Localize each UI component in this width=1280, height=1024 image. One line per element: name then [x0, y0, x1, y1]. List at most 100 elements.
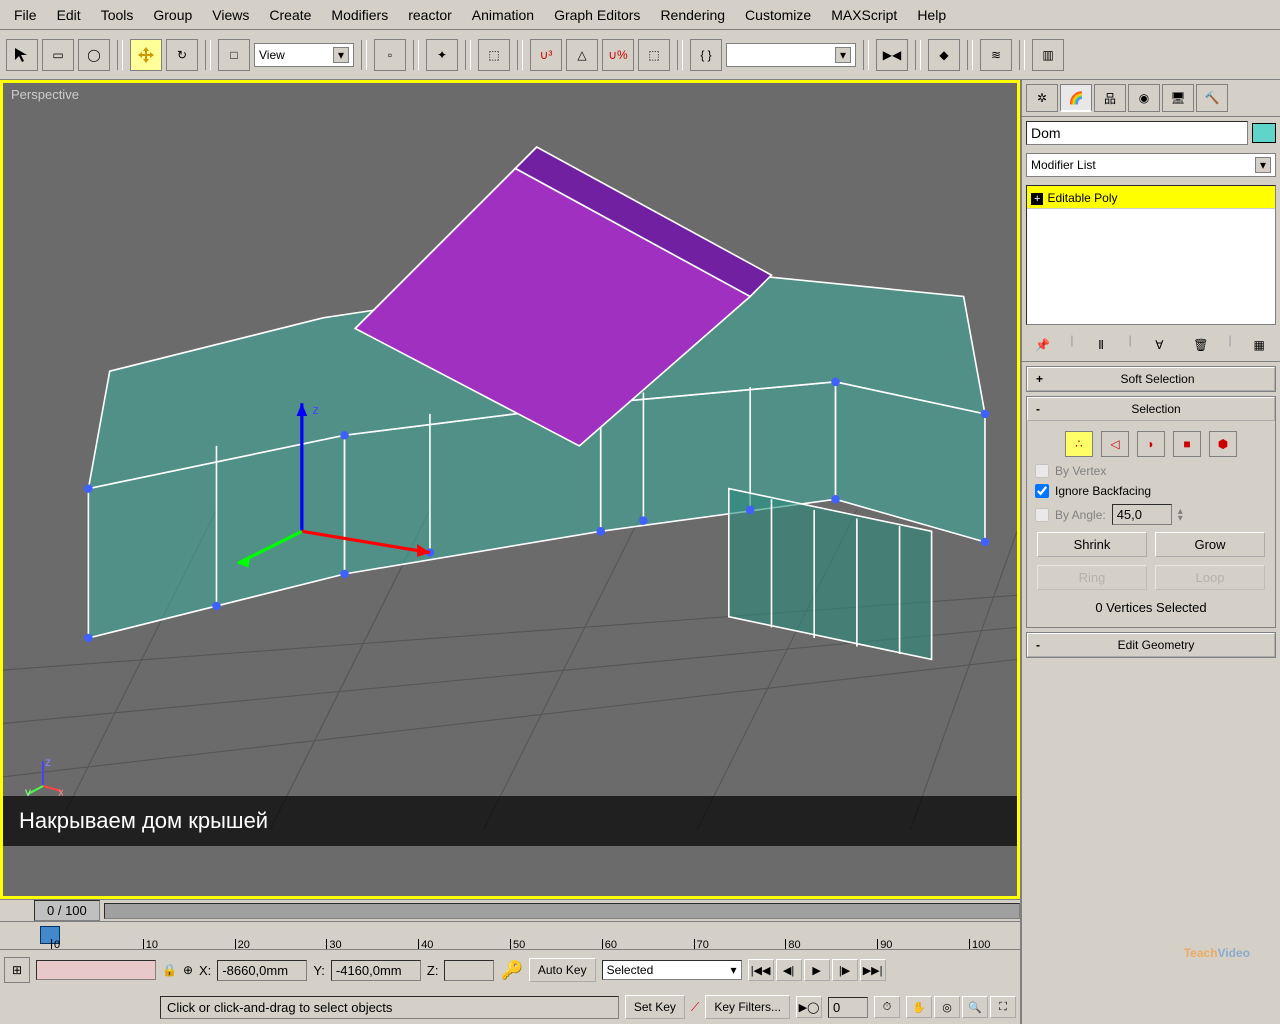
remove-modifier-button[interactable]: 🗑: [1187, 333, 1215, 357]
auto-key-button[interactable]: Auto Key: [529, 958, 596, 982]
shrink-button[interactable]: Shrink: [1037, 532, 1147, 557]
current-frame-input[interactable]: [828, 997, 868, 1018]
modifier-editable-poly[interactable]: +Editable Poly: [1027, 186, 1275, 209]
time-slider[interactable]: [104, 903, 1020, 919]
use-center-button[interactable]: ▫: [374, 39, 406, 71]
angle-snap-button[interactable]: △: [566, 39, 598, 71]
menu-create[interactable]: Create: [261, 3, 319, 27]
mirror-button[interactable]: ▶◀: [876, 39, 908, 71]
selection-rollout[interactable]: - Selection: [1027, 397, 1275, 421]
maximize-viewport-button[interactable]: ⛶: [990, 996, 1016, 1018]
pan-view-button[interactable]: ✋: [906, 996, 932, 1018]
snap-toggle-button[interactable]: ∪³: [530, 39, 562, 71]
lock-icon[interactable]: 🔒: [162, 963, 177, 977]
play-button[interactable]: ▶: [804, 959, 830, 981]
select-and-rotate-button[interactable]: ↻: [166, 39, 198, 71]
select-and-scale-button[interactable]: □: [218, 39, 250, 71]
y-coord-input[interactable]: [331, 960, 421, 981]
select-region-rect-button[interactable]: ▭: [42, 39, 74, 71]
named-selection-dropdown[interactable]: ▾: [726, 43, 856, 67]
zoom-button[interactable]: 🔍: [962, 996, 988, 1018]
house-3d-scene: z: [3, 83, 1017, 830]
key-mode-button[interactable]: ▶◯: [796, 996, 822, 1018]
object-name-input[interactable]: [1026, 121, 1248, 145]
time-config-button[interactable]: ⏱: [874, 996, 900, 1018]
goto-end-button[interactable]: ▶▶|: [860, 959, 886, 981]
loop-button: Loop: [1155, 565, 1265, 590]
menu-customize[interactable]: Customize: [737, 3, 819, 27]
goto-start-button[interactable]: |◀◀: [748, 959, 774, 981]
command-panel: ✲ 🌈 品 ◉ 🖥 🔨 Modifier List▾ +Editable Pol…: [1020, 80, 1280, 1024]
angle-input[interactable]: [1112, 504, 1172, 525]
create-tab[interactable]: ✲: [1026, 84, 1058, 112]
spinner-snap-button[interactable]: ⬚: [638, 39, 670, 71]
main-toolbar: ▭ ◯ ↻ □ View▾ ▫ ✦ ⬚ ∪³ △ ∪% ⬚ { } ▾ ▶◀ ◆…: [0, 30, 1280, 80]
perspective-viewport[interactable]: Perspective: [0, 80, 1020, 899]
transform-type-button[interactable]: ⊕: [183, 963, 193, 977]
menu-views[interactable]: Views: [204, 3, 257, 27]
align-button[interactable]: ◆: [928, 39, 960, 71]
show-end-result-button[interactable]: Ⅱ: [1087, 333, 1115, 357]
timeline-ruler[interactable]: 0 10 20 30 40 50 60 70 80 90 100: [0, 922, 1020, 950]
z-coord-input[interactable]: [444, 960, 494, 981]
y-label: Y:: [313, 963, 325, 978]
border-subobj-button[interactable]: ◗: [1137, 431, 1165, 457]
soft-selection-rollout[interactable]: + Soft Selection: [1027, 367, 1275, 391]
modifier-list-dropdown[interactable]: Modifier List▾: [1026, 153, 1276, 177]
x-coord-input[interactable]: [217, 960, 307, 981]
utilities-tab[interactable]: 🔨: [1196, 84, 1228, 112]
menu-help[interactable]: Help: [909, 3, 954, 27]
edit-geometry-rollout[interactable]: - Edit Geometry: [1027, 633, 1275, 657]
percent-snap-button[interactable]: ∪%: [602, 39, 634, 71]
polygon-subobj-button[interactable]: ■: [1173, 431, 1201, 457]
key-filters-dropdown[interactable]: Selected▾: [602, 960, 742, 980]
key-tangent-icon[interactable]: ⟋: [691, 1000, 699, 1015]
menu-reactor[interactable]: reactor: [400, 3, 460, 27]
key-filters-button[interactable]: Key Filters...: [705, 995, 790, 1019]
element-subobj-button[interactable]: ⬢: [1209, 431, 1237, 457]
select-and-move-button[interactable]: [130, 39, 162, 71]
ignore-backfacing-checkbox[interactable]: [1035, 484, 1049, 498]
curve-editor-button[interactable]: ▥: [1032, 39, 1064, 71]
reference-coord-dropdown[interactable]: View▾: [254, 43, 354, 67]
timeline-config-button[interactable]: ⊞: [4, 957, 30, 983]
menu-file[interactable]: File: [6, 3, 45, 27]
menu-maxscript[interactable]: MAXScript: [823, 3, 905, 27]
select-manipulate-button[interactable]: ✦: [426, 39, 458, 71]
prev-frame-button[interactable]: ◀|: [776, 959, 802, 981]
select-region-circle-button[interactable]: ◯: [78, 39, 110, 71]
menu-group[interactable]: Group: [145, 3, 200, 27]
axis-indicator-icon: z x y: [23, 756, 63, 796]
configure-sets-button[interactable]: ▦: [1245, 333, 1273, 357]
motion-tab[interactable]: ◉: [1128, 84, 1160, 112]
modifier-stack[interactable]: +Editable Poly: [1026, 185, 1276, 325]
arc-rotate-button[interactable]: ◎: [934, 996, 960, 1018]
select-object-button[interactable]: [6, 39, 38, 71]
menu-bar: File Edit Tools Group Views Create Modif…: [0, 0, 1280, 30]
hierarchy-tab[interactable]: 品: [1094, 84, 1126, 112]
menu-tools[interactable]: Tools: [93, 3, 142, 27]
named-selection-button[interactable]: { }: [690, 39, 722, 71]
vertex-subobj-button[interactable]: ∴: [1065, 431, 1093, 457]
grow-button[interactable]: Grow: [1155, 532, 1265, 557]
display-tab[interactable]: 🖥: [1162, 84, 1194, 112]
set-key-button[interactable]: Set Key: [625, 995, 685, 1019]
next-frame-button[interactable]: |▶: [832, 959, 858, 981]
menu-rendering[interactable]: Rendering: [652, 3, 733, 27]
ring-button: Ring: [1037, 565, 1147, 590]
pin-stack-button[interactable]: 📌: [1029, 333, 1057, 357]
layers-button[interactable]: ≋: [980, 39, 1012, 71]
make-unique-button[interactable]: ∀: [1145, 333, 1173, 357]
angle-spinner[interactable]: ▴▾: [1178, 508, 1183, 522]
edge-subobj-button[interactable]: ◁: [1101, 431, 1129, 457]
menu-animation[interactable]: Animation: [464, 3, 542, 27]
menu-grapheditors[interactable]: Graph Editors: [546, 3, 648, 27]
svg-text:z: z: [313, 402, 319, 417]
modify-tab[interactable]: 🌈: [1060, 84, 1092, 112]
track-bar[interactable]: [36, 960, 156, 980]
menu-edit[interactable]: Edit: [49, 3, 89, 27]
frame-counter[interactable]: 0 / 100: [34, 900, 100, 921]
keyboard-shortcut-button[interactable]: ⬚: [478, 39, 510, 71]
menu-modifiers[interactable]: Modifiers: [323, 3, 396, 27]
object-color-swatch[interactable]: [1252, 123, 1276, 143]
